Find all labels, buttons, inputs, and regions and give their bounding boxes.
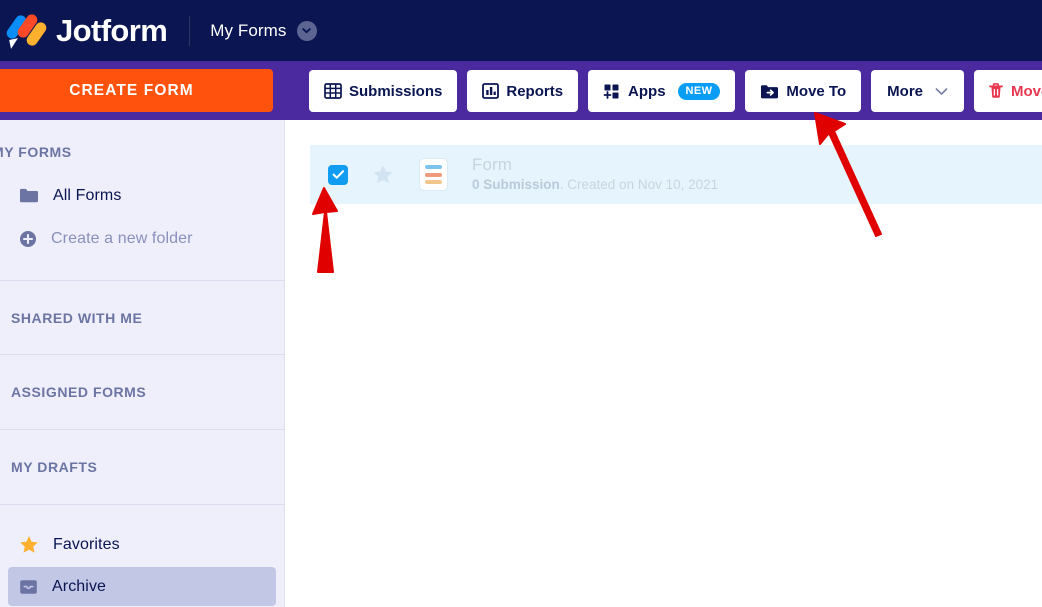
trash-icon bbox=[988, 82, 1004, 100]
sidebar-item-create-folder-label: Create a new folder bbox=[51, 229, 193, 247]
form-document-icon bbox=[419, 158, 448, 191]
folder-arrow-icon bbox=[760, 83, 779, 100]
jotform-logo[interactable]: Jotform bbox=[4, 11, 168, 49]
workspace-label: My Forms bbox=[210, 20, 287, 40]
submission-count: 0 Submission bbox=[472, 177, 560, 193]
main-content: Form 0 Submission. Created on Nov 10, 20… bbox=[285, 120, 1042, 607]
move-to-trash-button[interactable]: Move to Trash bbox=[974, 70, 1042, 112]
star-icon bbox=[19, 535, 39, 554]
row-favorite-star-icon[interactable] bbox=[372, 164, 394, 185]
sidebar-heading-my-forms: MY FORMS bbox=[0, 144, 72, 160]
checkmark-icon bbox=[332, 170, 344, 179]
created-date: . Created on Nov 10, 2021 bbox=[559, 177, 719, 193]
jotform-myforms-page: Jotform My Forms CREATE FORM Submissions… bbox=[0, 0, 1042, 607]
move-to-button-label: Move To bbox=[786, 82, 847, 100]
sidebar-section-assigned-forms[interactable]: ASSIGNED FORMS bbox=[0, 355, 284, 429]
reports-button-label: Reports bbox=[506, 82, 564, 100]
workspace-switcher[interactable]: My Forms bbox=[210, 20, 317, 41]
apps-button-label: Apps bbox=[628, 82, 666, 100]
bar-chart-icon bbox=[482, 82, 500, 100]
sidebar-section-my-forms: MY FORMS All Forms Create a new folder bbox=[0, 120, 284, 258]
folder-icon bbox=[19, 187, 39, 204]
sidebar-heading-assigned-forms: ASSIGNED FORMS bbox=[11, 384, 147, 400]
sidebar-item-all-forms[interactable]: All Forms bbox=[8, 176, 276, 215]
submissions-button[interactable]: Submissions bbox=[309, 70, 458, 112]
more-button-label: More bbox=[887, 82, 923, 100]
sidebar-item-favorites-label: Favorites bbox=[53, 535, 120, 553]
chevron-down-icon bbox=[935, 87, 948, 96]
row-select-checkbox[interactable] bbox=[328, 164, 348, 185]
move-to-button[interactable]: Move To bbox=[745, 70, 862, 112]
plus-circle-icon bbox=[19, 230, 37, 248]
sidebar-item-favorites[interactable]: Favorites bbox=[8, 525, 276, 564]
table-row[interactable]: Form 0 Submission. Created on Nov 10, 20… bbox=[310, 145, 1042, 204]
sidebar-section-shortcuts: Favorites Archive bbox=[0, 505, 284, 606]
form-meta: 0 Submission. Created on Nov 10, 2021 bbox=[472, 177, 719, 193]
row-text-block: Form 0 Submission. Created on Nov 10, 20… bbox=[472, 154, 719, 194]
sidebar-item-archive[interactable]: Archive bbox=[8, 567, 276, 606]
submissions-button-label: Submissions bbox=[349, 82, 443, 100]
more-button[interactable]: More bbox=[871, 70, 964, 112]
sidebar: MY FORMS All Forms Create a new folder bbox=[0, 120, 285, 607]
jotform-logo-icon bbox=[4, 11, 49, 49]
create-form-button[interactable]: CREATE FORM bbox=[0, 69, 273, 112]
toolbar-button-group: Submissions Reports Apps NEW Move To Mor… bbox=[309, 70, 1042, 112]
form-title: Form bbox=[472, 154, 513, 174]
apps-plus-icon bbox=[603, 82, 621, 100]
apps-new-badge: NEW bbox=[677, 82, 721, 100]
logo-wordmark: Jotform bbox=[56, 13, 168, 48]
apps-button[interactable]: Apps NEW bbox=[588, 70, 736, 112]
sidebar-item-archive-label: Archive bbox=[52, 577, 107, 595]
archive-box-icon bbox=[19, 578, 38, 596]
sidebar-heading-my-drafts: MY DRAFTS bbox=[11, 459, 98, 475]
reports-button[interactable]: Reports bbox=[467, 70, 579, 112]
sidebar-item-all-forms-label: All Forms bbox=[53, 186, 122, 204]
sidebar-item-create-folder[interactable]: Create a new folder bbox=[8, 219, 276, 258]
sidebar-section-my-drafts[interactable]: MY DRAFTS bbox=[0, 430, 284, 504]
sidebar-heading-shared-with-me: SHARED WITH ME bbox=[11, 309, 143, 326]
table-grid-icon bbox=[324, 82, 342, 100]
move-to-trash-button-label: Move to Trash bbox=[1011, 82, 1042, 100]
nav-divider bbox=[189, 15, 191, 46]
top-navigation-bar: Jotform My Forms bbox=[0, 0, 1042, 61]
sidebar-section-shared-with-me[interactable]: SHARED WITH ME bbox=[0, 281, 284, 354]
chevron-down-icon[interactable] bbox=[296, 20, 317, 41]
